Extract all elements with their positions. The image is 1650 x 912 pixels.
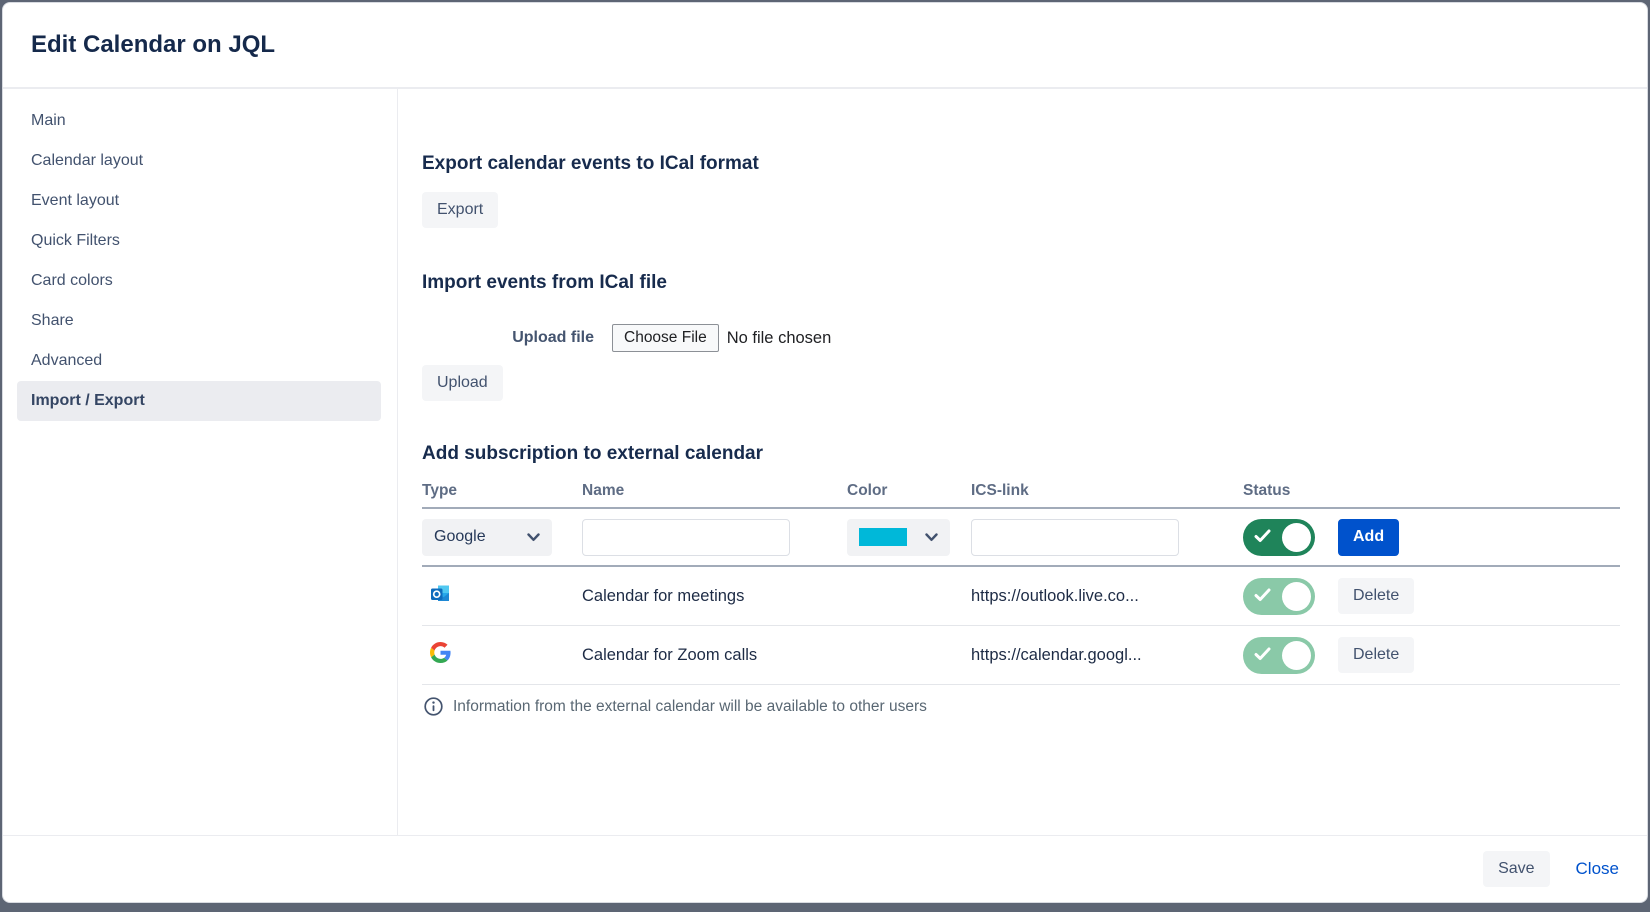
info-note: Information from the external calendar w…	[453, 698, 927, 716]
sidebar-item-import-export[interactable]: Import / Export	[17, 381, 381, 421]
sidebar-item-event-layout[interactable]: Event layout	[3, 181, 397, 221]
status-toggle[interactable]	[1243, 578, 1315, 615]
color-swatch	[859, 528, 907, 546]
sidebar-item-card-colors[interactable]: Card colors	[3, 261, 397, 301]
subscription-name: Calendar for meetings	[582, 587, 744, 605]
ics-link-text: https://calendar.googl...	[971, 646, 1142, 664]
add-subscription-row: Google	[422, 509, 1620, 567]
sidebar-item-main[interactable]: Main	[3, 101, 397, 141]
dialog-footer: Save Close	[3, 835, 1647, 902]
chevron-down-icon	[527, 533, 540, 542]
status-toggle[interactable]	[1243, 637, 1315, 674]
outlook-icon	[430, 583, 451, 604]
color-select[interactable]	[847, 519, 950, 556]
google-icon	[430, 642, 451, 663]
chevron-down-icon	[925, 533, 938, 542]
info-note-row: Information from the external calendar w…	[422, 697, 1620, 716]
subscription-section-heading: Add subscription to external calendar	[422, 443, 1620, 465]
subscription-row: Calendar for Zoom calls https://calendar…	[422, 626, 1620, 685]
subscription-row: Calendar for meetings https://outlook.li…	[422, 567, 1620, 626]
type-select[interactable]: Google	[422, 519, 552, 556]
subscriptions-table: Type Name Color ICS-link Status Google	[422, 475, 1620, 716]
dialog-header: Edit Calendar on JQL	[3, 3, 1647, 89]
dialog-title: Edit Calendar on JQL	[31, 31, 275, 59]
column-header-name: Name	[582, 482, 847, 500]
file-status-text: No file chosen	[727, 329, 832, 348]
sidebar-item-calendar-layout[interactable]: Calendar layout	[3, 141, 397, 181]
ics-link-text: https://outlook.live.co...	[971, 587, 1139, 605]
save-button[interactable]: Save	[1483, 851, 1549, 887]
column-header-type: Type	[422, 482, 582, 500]
upload-file-label: Upload file	[422, 329, 594, 347]
upload-button[interactable]: Upload	[422, 365, 503, 401]
add-button[interactable]: Add	[1338, 519, 1399, 556]
export-section-heading: Export calendar events to ICal format	[422, 153, 1620, 175]
table-header-row: Type Name Color ICS-link Status	[422, 475, 1620, 509]
type-select-value: Google	[434, 528, 486, 546]
choose-file-button[interactable]: Choose File	[612, 324, 719, 352]
check-icon	[1254, 588, 1271, 602]
ics-link-input[interactable]	[971, 519, 1179, 556]
sidebar-item-advanced[interactable]: Advanced	[3, 341, 397, 381]
delete-button[interactable]: Delete	[1338, 637, 1414, 673]
upload-file-row: Upload file Choose File No file chosen	[422, 324, 1620, 352]
check-icon	[1254, 529, 1271, 543]
delete-button[interactable]: Delete	[1338, 578, 1414, 614]
edit-calendar-dialog: Edit Calendar on JQL Main Calendar layou…	[2, 2, 1648, 903]
column-header-color: Color	[847, 482, 971, 500]
close-link[interactable]: Close	[1576, 859, 1619, 879]
toggle-knob	[1282, 523, 1311, 552]
name-input[interactable]	[582, 519, 790, 556]
check-icon	[1254, 647, 1271, 661]
status-toggle[interactable]	[1243, 519, 1315, 556]
sidebar-item-share[interactable]: Share	[3, 301, 397, 341]
export-button[interactable]: Export	[422, 192, 498, 228]
settings-content: Export calendar events to ICal format Ex…	[398, 89, 1647, 835]
sidebar-item-quick-filters[interactable]: Quick Filters	[3, 221, 397, 261]
toggle-knob	[1282, 582, 1311, 611]
subscription-name: Calendar for Zoom calls	[582, 646, 757, 664]
column-header-ics-link: ICS-link	[971, 482, 1243, 500]
info-icon	[424, 697, 443, 716]
import-section-heading: Import events from ICal file	[422, 272, 1620, 294]
settings-sidebar: Main Calendar layout Event layout Quick …	[3, 89, 398, 835]
column-header-status: Status	[1243, 482, 1338, 500]
toggle-knob	[1282, 641, 1311, 670]
